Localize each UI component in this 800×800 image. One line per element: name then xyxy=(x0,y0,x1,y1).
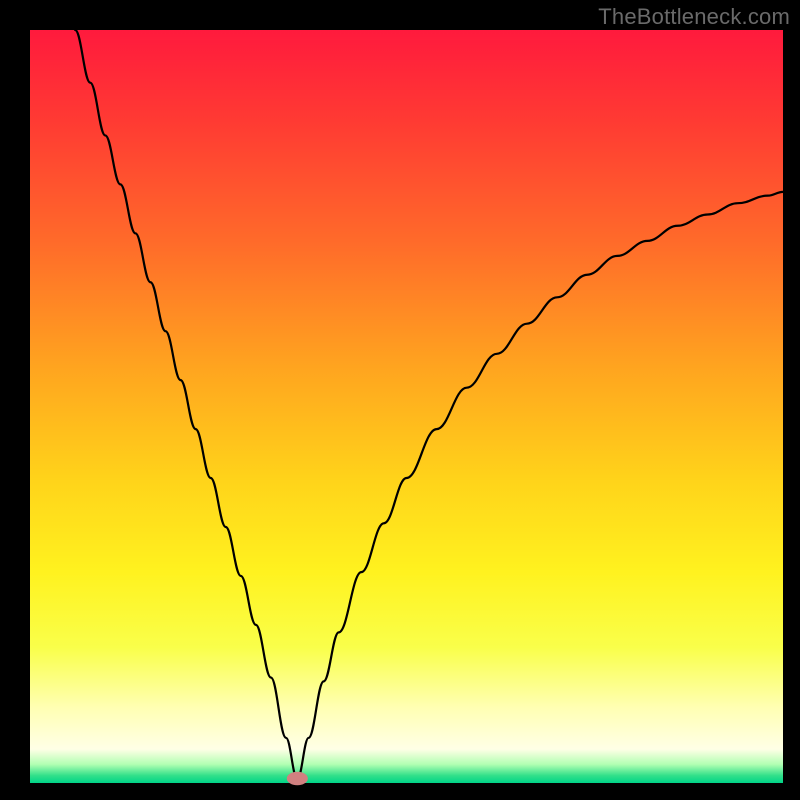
watermark-text: TheBottleneck.com xyxy=(598,4,790,30)
chart-frame: TheBottleneck.com xyxy=(0,0,800,800)
plot-background xyxy=(30,30,783,783)
optimal-point-marker xyxy=(287,772,308,786)
bottleneck-chart xyxy=(0,0,800,800)
